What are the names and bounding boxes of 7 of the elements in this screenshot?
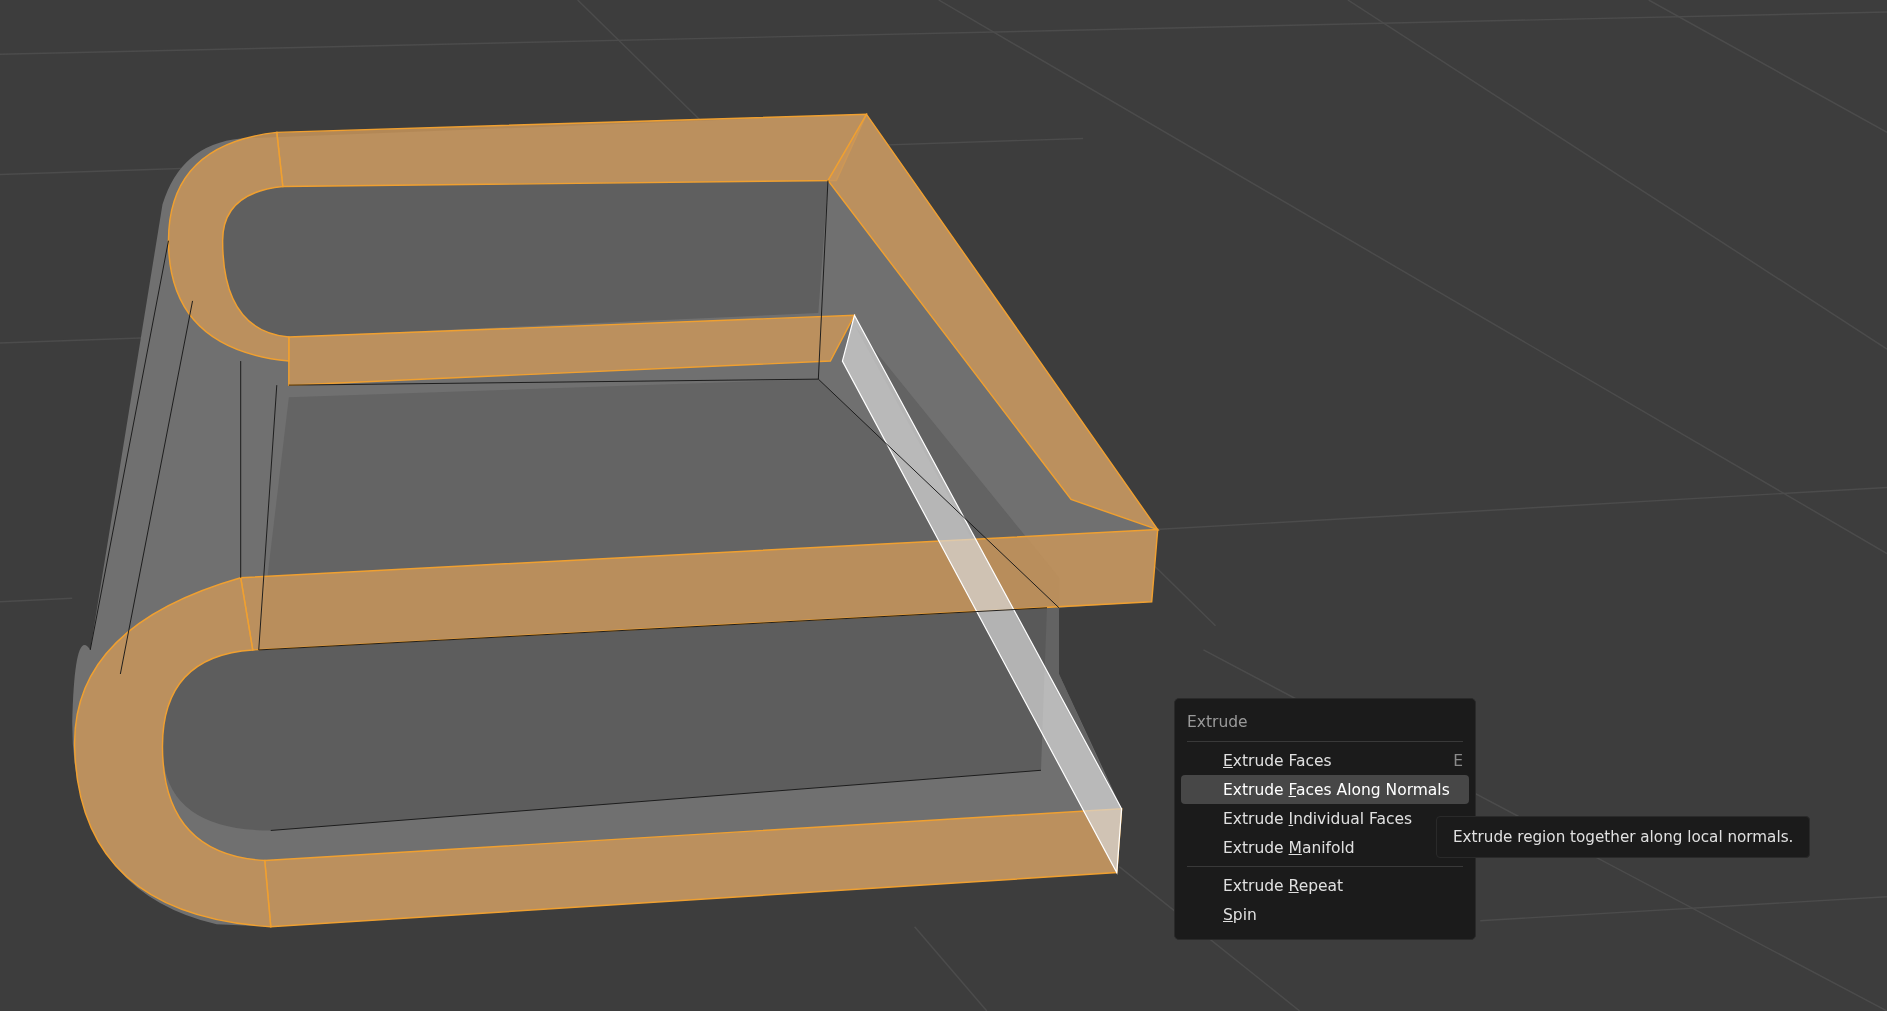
menu-item[interactable]: Spin [1181,900,1469,929]
tooltip: Extrude region together along local normals. [1436,816,1811,858]
menu-title: Extrude [1186,712,1249,733]
menu-item[interactable]: Extrude Faces E [1181,746,1469,775]
menu-item[interactable]: Extrude Faces Along Normals [1181,775,1469,804]
shortcut-key: E [1453,751,1463,770]
menu-item[interactable]: Extrude Repeat [1181,871,1469,900]
